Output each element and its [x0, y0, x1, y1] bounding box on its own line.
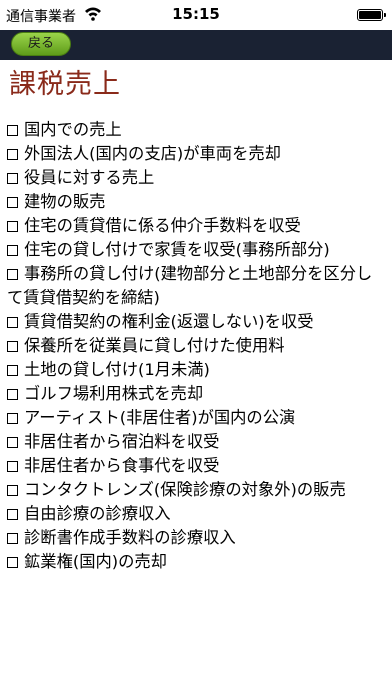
list-item[interactable]: 国内での売上 — [7, 118, 383, 142]
list-item[interactable]: 保養所を従業員に貸し付けた使用料 — [7, 334, 383, 358]
list-item[interactable]: 自由診療の診療収入 — [7, 502, 383, 526]
sales-item-list: 国内での売上外国法人(国内の支店)が車両を売却 役員に対する売上 建物の販売住宅の賃… — [7, 118, 383, 574]
checkbox-icon[interactable] — [7, 173, 18, 184]
checkbox-icon[interactable] — [7, 125, 18, 136]
list-item-label: 事務所の貸し付け(建物部分と土地部分を区分して賃貸借契約を締結) — [7, 264, 373, 307]
list-item[interactable]: 外国法人(国内の支店)が車両を売却 — [7, 142, 383, 166]
checkbox-icon[interactable] — [7, 533, 18, 544]
list-item-label: 非居住者から宿泊料を収受 — [24, 432, 220, 451]
checkbox-icon[interactable] — [7, 557, 18, 568]
list-item-label: 土地の貸し付け(1月未満) — [24, 360, 210, 379]
checkbox-icon[interactable] — [7, 197, 18, 208]
checkbox-icon[interactable] — [7, 221, 18, 232]
status-bar: 通信事業者 15:15 — [0, 0, 392, 30]
back-button[interactable]: 戻る — [11, 32, 71, 56]
list-item-label: 非居住者から食事代を収受 — [24, 456, 220, 475]
list-item[interactable]: 賃貸借契約の権利金(返還しない)を収受 — [7, 310, 383, 334]
list-item-label: 保養所を従業員に貸し付けた使用料 — [24, 336, 285, 355]
battery-icon — [357, 9, 386, 21]
checkbox-icon[interactable] — [7, 341, 18, 352]
checkbox-icon[interactable] — [7, 149, 18, 160]
list-item-label: コンタクトレンズ(保険診療の対象外)の販売 — [24, 480, 346, 499]
list-item[interactable]: アーティスト(非居住者)が国内の公演 — [7, 406, 383, 430]
checkbox-icon[interactable] — [7, 365, 18, 376]
list-item[interactable]: 役員に対する売上 — [7, 166, 383, 190]
list-item[interactable]: 鉱業権(国内)の売却 — [7, 550, 383, 574]
list-item-label: 鉱業権(国内)の売却 — [24, 552, 167, 571]
list-item-label: 自由診療の診療収入 — [24, 504, 171, 523]
checkbox-icon[interactable] — [7, 245, 18, 256]
list-item-label: ゴルフ場利用株式を売却 — [24, 384, 204, 403]
list-item-label: 住宅の賃貸借に係る仲介手数料を収受 — [24, 216, 301, 235]
checkbox-icon[interactable] — [7, 389, 18, 400]
list-item-label: 役員に対する売上 — [24, 168, 155, 187]
checkbox-icon[interactable] — [7, 437, 18, 448]
list-item[interactable]: 事務所の貸し付け(建物部分と土地部分を区分して賃貸借契約を締結) — [7, 262, 383, 310]
list-item[interactable]: 非居住者から食事代を収受 — [7, 454, 383, 478]
list-item[interactable]: 住宅の賃貸借に係る仲介手数料を収受 — [7, 214, 383, 238]
checkbox-icon[interactable] — [7, 317, 18, 328]
checkbox-icon[interactable] — [7, 509, 18, 520]
list-item[interactable]: 診断書作成手数料の診療収入 — [7, 526, 383, 550]
page-title: 課税売上 — [9, 69, 121, 100]
list-item[interactable]: ゴルフ場利用株式を売却 — [7, 382, 383, 406]
list-item-label: 賃貸借契約の権利金(返還しない)を収受 — [24, 312, 314, 331]
status-time: 15:15 — [172, 5, 220, 23]
checkbox-icon[interactable] — [7, 269, 18, 280]
list-item-label: 住宅の貸し付けで家賃を収受(事務所部分) — [24, 240, 330, 259]
list-item[interactable]: 住宅の貸し付けで家賃を収受(事務所部分) — [7, 238, 383, 262]
list-item-label: アーティスト(非居住者)が国内の公演 — [24, 408, 296, 427]
navigation-bar: 戻る — [0, 30, 392, 60]
list-item[interactable]: 非居住者から宿泊料を収受 — [7, 430, 383, 454]
checkbox-icon[interactable] — [7, 461, 18, 472]
list-item-label: 国内での売上 — [24, 120, 122, 139]
list-item[interactable]: コンタクトレンズ(保険診療の対象外)の販売 — [7, 478, 383, 502]
list-item-label: 診断書作成手数料の診療収入 — [24, 528, 236, 547]
checkbox-icon[interactable] — [7, 485, 18, 496]
checkbox-icon[interactable] — [7, 413, 18, 424]
list-item-label: 建物の販売 — [24, 192, 106, 211]
list-item-label: 外国法人(国内の支店)が車両を売却 — [24, 144, 281, 163]
list-item[interactable]: 建物の販売 — [7, 190, 383, 214]
list-item[interactable]: 土地の貸し付け(1月未満) — [7, 358, 383, 382]
